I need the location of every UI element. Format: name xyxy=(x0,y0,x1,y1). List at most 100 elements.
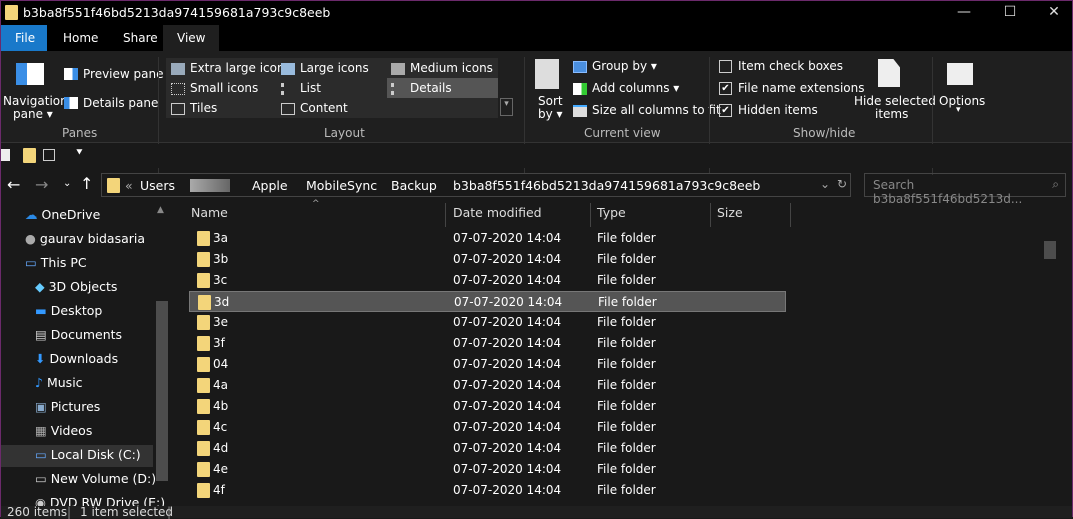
options-dropdown-arrow[interactable]: ▾ xyxy=(956,105,961,115)
folder-icon xyxy=(197,336,210,351)
sidebar-item-new-volume-d[interactable]: ▭ New Volume (D:) xyxy=(35,471,156,493)
layout-medium-icons[interactable]: Medium icons xyxy=(410,61,493,75)
layout-content[interactable]: Content xyxy=(300,101,348,115)
close-button[interactable]: ✕ xyxy=(1031,1,1073,25)
file-date: 07-07-2020 14:04 xyxy=(453,462,562,476)
back-arrow-icon[interactable]: ← xyxy=(7,175,20,194)
refresh-icon[interactable]: ↻ xyxy=(837,177,847,191)
minimize-button[interactable]: — xyxy=(941,1,987,25)
file-name-extensions-label[interactable]: File name extensions xyxy=(738,81,865,95)
customize-view-icon[interactable] xyxy=(43,149,55,161)
file-name: 04 xyxy=(213,357,229,371)
file-row[interactable]: 4a 07-07-2020 14:04 File folder xyxy=(189,375,786,396)
layout-large-icons[interactable]: Large icons xyxy=(300,61,369,75)
customize-toolbar-icon[interactable]: ⯆ xyxy=(75,146,84,160)
maximize-button[interactable]: ☐ xyxy=(987,1,1033,25)
up-arrow-icon[interactable]: ↑ xyxy=(80,174,93,193)
file-type: File folder xyxy=(597,462,656,476)
breadcrumb-mobilesync[interactable]: MobileSync xyxy=(306,178,377,193)
hidden-items-checkbox[interactable]: ✔ xyxy=(719,104,732,117)
details-pane-button[interactable]: Details pane xyxy=(83,96,158,110)
layout-expand-button[interactable]: ▾ xyxy=(500,98,513,116)
hidden-items-label[interactable]: Hidden items xyxy=(738,103,818,117)
file-name: 4a xyxy=(213,378,228,392)
file-row[interactable]: 4e 07-07-2020 14:04 File folder xyxy=(189,459,786,480)
navigation-pane-dropdown[interactable]: pane ▾ xyxy=(13,107,53,121)
sidebar-item-desktop[interactable]: ▬ Desktop xyxy=(35,303,102,325)
options-button[interactable]: Options xyxy=(939,94,985,108)
tab-file[interactable]: File xyxy=(1,25,47,51)
sidebar-item-user[interactable]: ● gaurav bidasaria xyxy=(25,231,145,253)
file-row[interactable]: 4d 07-07-2020 14:04 File folder xyxy=(189,438,786,459)
file-row[interactable]: 4b 07-07-2020 14:04 File folder xyxy=(189,396,786,417)
file-row[interactable]: 3f 07-07-2020 14:04 File folder xyxy=(189,333,786,354)
overflow-chevron[interactable]: « xyxy=(125,178,133,193)
file-name: 4b xyxy=(213,399,229,413)
file-row[interactable]: 4f 07-07-2020 14:04 File folder xyxy=(189,480,786,501)
address-dropdown-icon[interactable]: ⌄ xyxy=(820,177,830,191)
sidebar-item-local-disk-c[interactable]: ▭ Local Disk (C:) xyxy=(35,447,141,469)
sidebar-item-this-pc[interactable]: ▭ This PC xyxy=(25,255,87,277)
add-columns-button[interactable]: Add columns ▾ xyxy=(592,81,679,95)
folder-icon xyxy=(197,315,210,330)
breadcrumb-backup[interactable]: Backup xyxy=(391,178,437,193)
file-date: 07-07-2020 14:04 xyxy=(453,378,562,392)
file-date: 07-07-2020 14:04 xyxy=(453,357,562,371)
search-input[interactable]: Search b3ba8f551f46bd5213d... ⌕ xyxy=(864,173,1066,206)
new-folder-icon[interactable] xyxy=(23,148,36,163)
preview-pane-button[interactable]: Preview pane xyxy=(83,67,163,81)
item-check-boxes-checkbox[interactable] xyxy=(719,60,732,73)
item-check-boxes-label[interactable]: Item check boxes xyxy=(738,59,843,73)
layout-details[interactable]: Details xyxy=(410,81,452,95)
file-row[interactable]: 3a 07-07-2020 14:04 File folder xyxy=(189,228,786,249)
layout-extra-large-icons[interactable]: Extra large icons xyxy=(190,61,291,75)
sidebar-item-pictures[interactable]: ▣ Pictures xyxy=(35,399,100,421)
scroll-up-icon[interactable]: ▲ xyxy=(157,205,164,215)
file-date: 07-07-2020 14:04 xyxy=(453,399,562,413)
hide-selected-button[interactable]: Hide selected xyxy=(854,94,936,108)
sidebar-item-videos[interactable]: ▦ Videos xyxy=(35,423,92,445)
file-row[interactable]: 3b 07-07-2020 14:04 File folder xyxy=(189,249,786,270)
navigation-pane-button[interactable]: Navigation xyxy=(3,94,68,108)
layout-small-icons[interactable]: Small icons xyxy=(190,81,258,95)
sidebar-item-3d-objects[interactable]: ◆ 3D Objects xyxy=(35,279,117,301)
file-row[interactable]: 3e 07-07-2020 14:04 File folder xyxy=(189,312,786,333)
folder-icon xyxy=(107,178,120,193)
tab-home[interactable]: Home xyxy=(49,25,112,51)
file-date: 07-07-2020 14:04 xyxy=(453,336,562,350)
folder-icon xyxy=(197,441,210,456)
sidebar-scrollbar[interactable] xyxy=(156,301,168,481)
group-by-button[interactable]: Group by ▾ xyxy=(592,59,657,73)
file-row[interactable]: 04 07-07-2020 14:04 File folder xyxy=(189,354,786,375)
sidebar-item-music[interactable]: ♪ Music xyxy=(35,375,83,397)
breadcrumb-current[interactable]: b3ba8f551f46bd5213da974159681a793c9c8eeb xyxy=(453,178,760,193)
forward-arrow-icon[interactable]: → xyxy=(35,175,48,194)
breadcrumb-apple[interactable]: Apple xyxy=(252,178,288,193)
breadcrumb-users[interactable]: Users xyxy=(140,178,175,193)
recent-locations-icon[interactable]: ⌄ xyxy=(63,178,71,189)
file-row[interactable]: 3d 07-07-2020 14:04 File folder xyxy=(189,291,786,312)
column-header-date-modified[interactable]: Date modified xyxy=(453,205,542,220)
file-date: 07-07-2020 14:04 xyxy=(453,441,562,455)
sort-by-dropdown[interactable]: by ▾ xyxy=(538,107,563,121)
tab-view[interactable]: View xyxy=(163,25,220,51)
layout-list[interactable]: List xyxy=(300,81,321,95)
sidebar-item-documents[interactable]: ▤ Documents xyxy=(35,327,122,349)
file-name-extensions-checkbox[interactable]: ✔ xyxy=(719,82,732,95)
file-list-scrollbar[interactable] xyxy=(1044,241,1056,259)
properties-icon[interactable] xyxy=(1,149,10,161)
title-bar: b3ba8f551f46bd5213da974159681a793c9c8eeb… xyxy=(1,1,1072,25)
sort-by-button[interactable]: Sort xyxy=(538,94,563,108)
file-name: 3b xyxy=(213,252,229,266)
sidebar-item-onedrive[interactable]: ☁ OneDrive xyxy=(25,207,100,229)
size-all-columns-button[interactable]: Size all columns to fit xyxy=(592,103,721,117)
file-row[interactable]: 3c 07-07-2020 14:04 File folder xyxy=(189,270,786,291)
file-row[interactable]: 4c 07-07-2020 14:04 File folder xyxy=(189,417,786,438)
layout-tiles[interactable]: Tiles xyxy=(190,101,217,115)
column-header-size[interactable]: Size xyxy=(717,205,743,220)
sidebar-item-downloads[interactable]: ⬇ Downloads xyxy=(35,351,118,373)
column-header-name[interactable]: Name xyxy=(191,205,228,220)
address-bar[interactable]: « Users Apple MobileSync Backup b3ba8f55… xyxy=(101,173,851,197)
file-type: File folder xyxy=(597,399,656,413)
column-header-type[interactable]: Type xyxy=(597,205,626,220)
